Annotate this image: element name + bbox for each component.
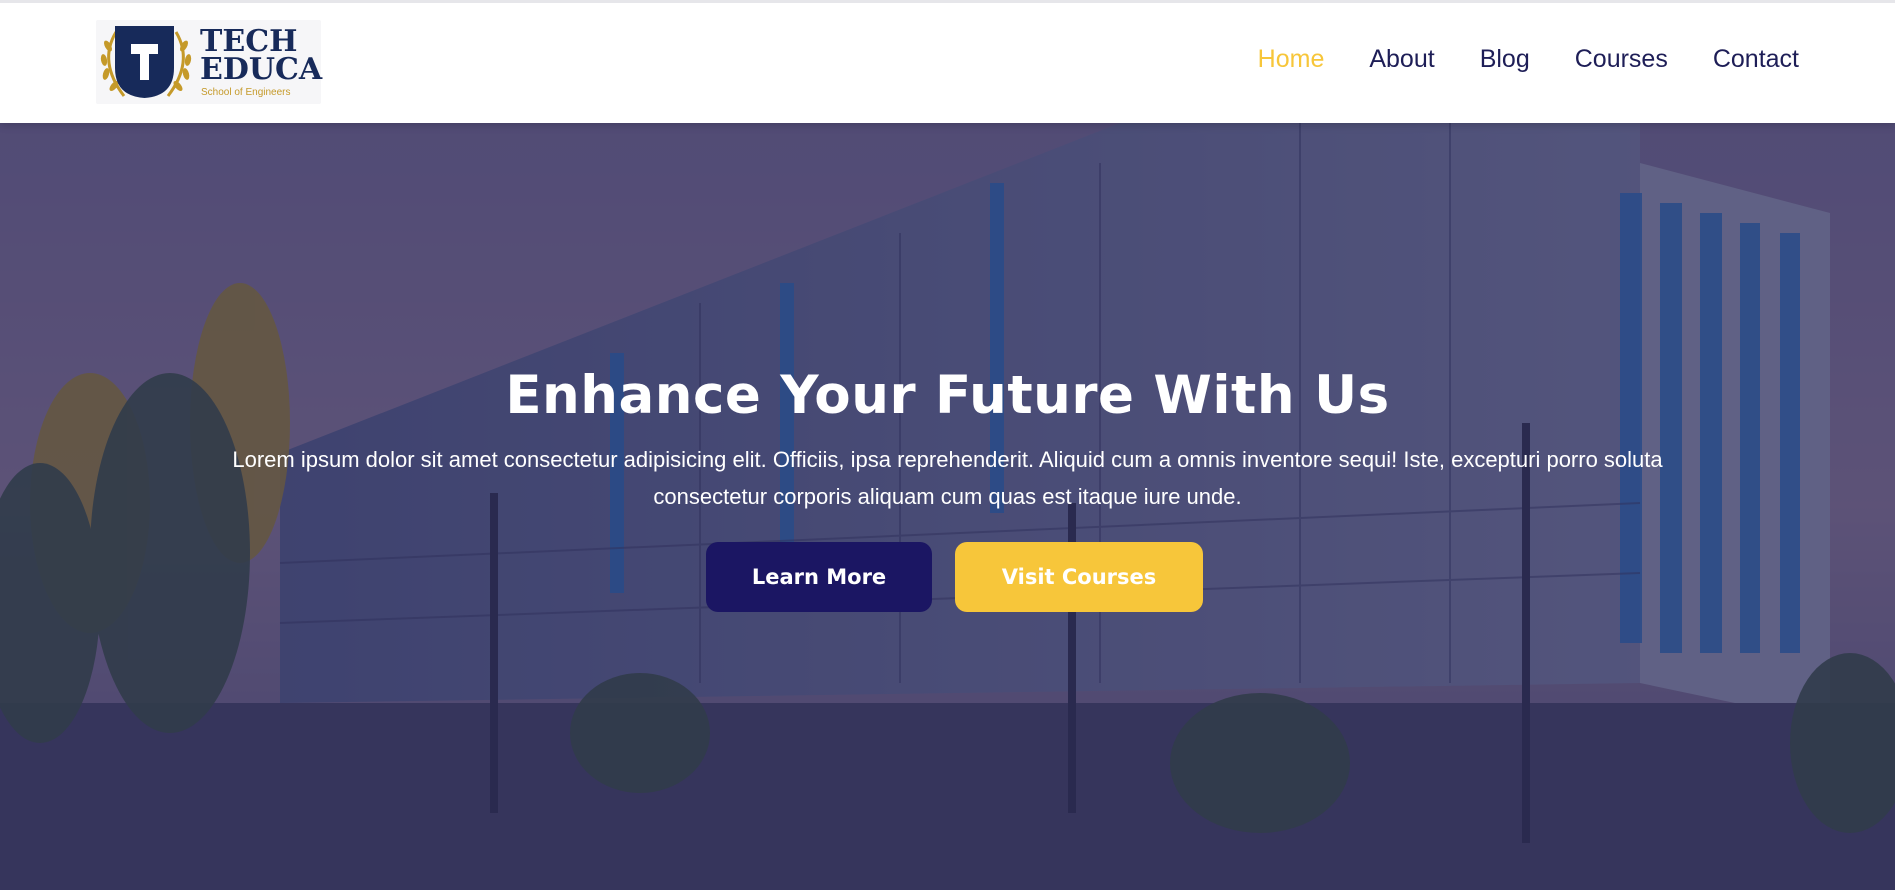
- brand-line2: EDUCA: [200, 52, 323, 87]
- nav-contact-link[interactable]: Contact: [1713, 44, 1799, 74]
- brand-logo[interactable]: TECH EDUCA School of Engineers: [96, 20, 323, 104]
- visit-courses-button[interactable]: Visit Courses: [955, 542, 1203, 612]
- nav-about-link[interactable]: About: [1369, 44, 1434, 74]
- main-nav: Home About Blog Courses Contact: [1258, 44, 1799, 74]
- hero-content: Enhance Your Future With Us Lorem ipsum …: [0, 123, 1895, 890]
- learn-more-button[interactable]: Learn More: [706, 542, 932, 612]
- nav-home-link[interactable]: Home: [1258, 44, 1325, 74]
- nav-blog-link[interactable]: Blog: [1480, 44, 1530, 74]
- brand-tagline: School of Engineers: [201, 87, 291, 98]
- top-border: [0, 0, 1895, 3]
- hero-description: Lorem ipsum dolor sit amet consectetur a…: [232, 447, 1663, 509]
- site-header: TECH EDUCA School of Engineers Home Abou…: [0, 0, 1895, 123]
- nav-courses-link[interactable]: Courses: [1575, 44, 1668, 74]
- shield-icon: [115, 26, 174, 98]
- hero-section: Enhance Your Future With Us Lorem ipsum …: [0, 123, 1895, 890]
- hero-title: Enhance Your Future With Us: [505, 365, 1390, 426]
